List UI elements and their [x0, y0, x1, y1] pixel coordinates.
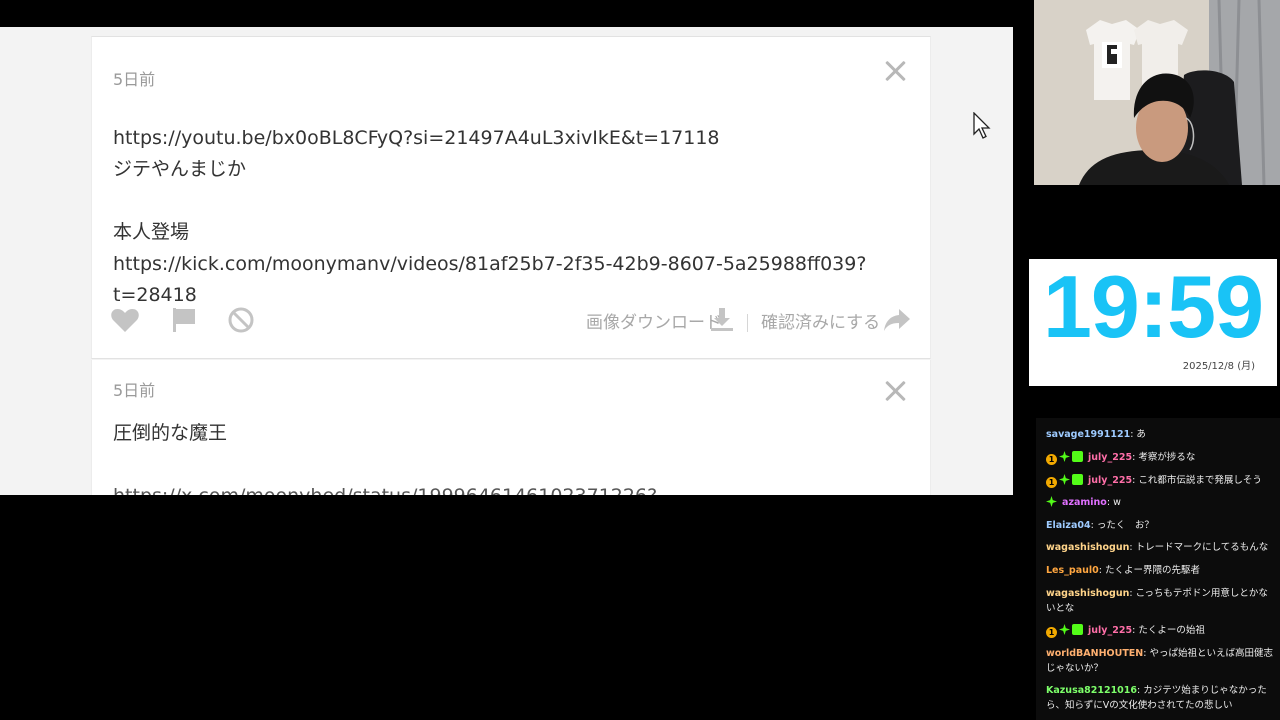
- browser-capture: 5日前 https://youtu.be/bx0oBL8CFyQ?si=2149…: [0, 27, 1013, 495]
- chat-message: 1 july_225: たくよーの始祖: [1046, 623, 1276, 638]
- comment-link[interactable]: https://youtu.be/bx0oBL8CFyQ?si=21497A4u…: [113, 123, 720, 154]
- chat-message: Kazusa82121016: カジテツ始まりじゃなかったら、知らずにVの文化使…: [1046, 685, 1267, 711]
- comment-text: 本人登場: [113, 221, 190, 243]
- close-icon[interactable]: [882, 57, 908, 83]
- chat-message: Elaiza04: ったく お？: [1046, 520, 1154, 531]
- chat-message: worldBANHOUTEN: やっぱ始祖といえば高田健志じゃないか？: [1046, 648, 1273, 674]
- divider: [747, 314, 748, 332]
- chat-message: 1 july_225: これ都市伝説まで発展しそう: [1046, 473, 1276, 488]
- chat-text: 考察が捗るな: [1138, 452, 1196, 463]
- mouse-cursor-icon: [973, 112, 991, 139]
- gift-badge-icon: [1072, 451, 1083, 462]
- download-icon[interactable]: [707, 306, 737, 334]
- chat-username[interactable]: azamino: [1062, 497, 1107, 508]
- chat-username[interactable]: wagashishogun: [1046, 588, 1129, 599]
- live-chat: savage1991121: あ 1 july_225: 考察が捗るな 1 ju…: [1036, 418, 1280, 720]
- subscriber-months-badge: 1: [1046, 477, 1057, 488]
- sparkle-badge-icon: [1046, 496, 1057, 507]
- share-arrow-icon[interactable]: [882, 306, 912, 334]
- sparkle-badge-icon: [1059, 624, 1070, 635]
- gift-badge-icon: [1072, 474, 1083, 485]
- chat-username[interactable]: july_225: [1088, 625, 1132, 636]
- chat-username[interactable]: july_225: [1088, 452, 1132, 463]
- chat-username[interactable]: Les_paul0: [1046, 565, 1099, 576]
- subscriber-months-badge: 1: [1046, 454, 1057, 465]
- chat-text: トレードマークにしてるもんな: [1135, 542, 1269, 553]
- flag-icon[interactable]: [169, 306, 199, 334]
- comment-text: ジテやんまじか: [113, 158, 247, 180]
- clock-date: 2025/12/8 (月): [1182, 361, 1255, 372]
- chat-username[interactable]: wagashishogun: [1046, 542, 1129, 553]
- ban-icon[interactable]: [226, 306, 256, 334]
- comment-card: 5日前 https://youtu.be/bx0oBL8CFyQ?si=2149…: [91, 36, 931, 359]
- chat-text: たくよー界隈の先駆者: [1104, 565, 1200, 576]
- clock-widget: 19:59 2025/12/8 (月): [1029, 259, 1277, 386]
- comment-timestamp: 5日前: [113, 70, 156, 89]
- chat-username[interactable]: savage1991121: [1046, 429, 1130, 440]
- chat-username[interactable]: worldBANHOUTEN: [1046, 648, 1143, 659]
- clock-time: 19:59: [1042, 257, 1264, 356]
- chat-message: wagashishogun: トレードマークにしてるもんな: [1046, 542, 1269, 553]
- chat-username[interactable]: Kazusa82121016: [1046, 685, 1137, 696]
- chat-username[interactable]: july_225: [1088, 475, 1132, 486]
- comment-actions: 画像ダウンロード 確認済みにする: [92, 302, 930, 338]
- chat-text: これ都市伝説まで発展しそう: [1138, 475, 1262, 486]
- comment-link[interactable]: https://x.com/moonyhed/status/1999646146…: [113, 481, 657, 495]
- mark-confirmed-link[interactable]: 確認済みにする: [761, 308, 880, 333]
- subscriber-months-badge: 1: [1046, 627, 1057, 638]
- comment-card: 5日前 圧倒的な魔王 https://x.com/moonyhed/status…: [91, 360, 931, 495]
- comment-link[interactable]: https://kick.com/moonymanv/videos/81af25…: [113, 249, 866, 280]
- sparkle-badge-icon: [1059, 451, 1070, 462]
- comment-text: 圧倒的な魔王: [113, 422, 228, 444]
- chat-message: wagashishogun: こっちもテポドン用意しとかないとな: [1046, 588, 1268, 614]
- chat-text: w: [1113, 497, 1121, 508]
- comment-timestamp: 5日前: [113, 381, 156, 400]
- chat-message: Les_paul0: たくよー界隈の先駆者: [1046, 565, 1200, 576]
- heart-icon[interactable]: [110, 306, 140, 334]
- streamer-webcam-image: [1034, 0, 1280, 185]
- gift-badge-icon: [1072, 624, 1083, 635]
- chat-username[interactable]: Elaiza04: [1046, 520, 1091, 531]
- download-image-link[interactable]: 画像ダウンロード: [586, 308, 722, 333]
- chat-message: 1 july_225: 考察が捗るな: [1046, 450, 1276, 465]
- chat-text: ったく お？: [1096, 520, 1154, 531]
- chat-text: あ: [1136, 429, 1146, 440]
- chat-text: たくよーの始祖: [1138, 625, 1205, 636]
- chat-message: savage1991121: あ: [1046, 429, 1146, 440]
- webcam-feed: [1034, 0, 1280, 185]
- sparkle-badge-icon: [1059, 474, 1070, 485]
- close-icon[interactable]: [882, 377, 908, 403]
- chat-message: azamino: w: [1046, 495, 1276, 510]
